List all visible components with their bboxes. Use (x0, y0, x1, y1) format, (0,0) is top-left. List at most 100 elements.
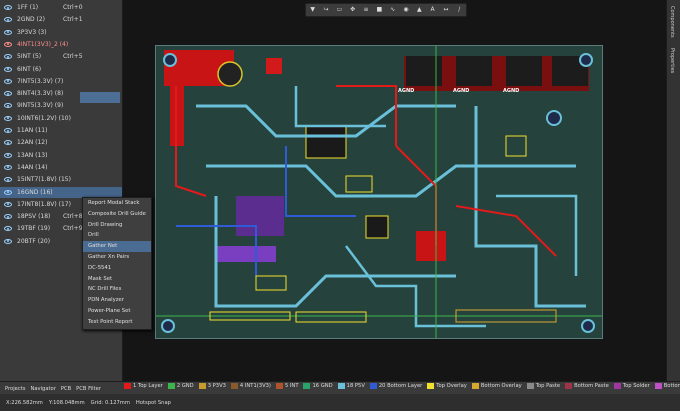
layer-row[interactable]: 10INT6(1.2V) (10) (0, 113, 122, 124)
layer-row[interactable]: 16GND (16) (0, 186, 122, 198)
menu-item[interactable]: Gather Xn Pairs (83, 252, 151, 263)
tab-pcb[interactable]: PCB (61, 386, 71, 392)
layer-row[interactable]: 4INT1(3V3)_2 (4) (0, 39, 122, 50)
status-y: Y:108.048mm (48, 399, 85, 406)
layer-tab[interactable]: Bottom Solder (654, 383, 680, 389)
eye-icon[interactable] (4, 54, 12, 60)
layer-tab-label: 18 P5V (346, 383, 365, 389)
menu-item[interactable]: Mask Set (83, 274, 151, 285)
eye-icon[interactable] (4, 189, 12, 195)
layer-tab[interactable]: 5 INT (275, 383, 298, 389)
move-icon[interactable]: ✥ (350, 7, 356, 13)
tab-properties[interactable]: Properties (669, 48, 675, 73)
polygon-icon[interactable]: ▲ (416, 7, 422, 13)
menu-item[interactable]: NC Drill Files (83, 284, 151, 295)
layer-shortcut: Ctrl+0 (63, 4, 83, 11)
menu-item[interactable]: Drill Drawing (83, 220, 151, 231)
layer-name: 12AN (12) (17, 139, 48, 147)
layer-tab-label: Top Paste (535, 383, 561, 389)
layer-row[interactable]: 5INT (5) Ctrl+5 (0, 51, 122, 62)
align-icon[interactable]: ≡ (363, 7, 369, 13)
eye-icon[interactable] (4, 201, 12, 207)
eye-icon[interactable] (4, 66, 12, 72)
layer-row[interactable]: 8INT4(3.3V) (8) (0, 88, 122, 99)
layer-tab[interactable]: 18 P5V (337, 383, 365, 389)
eye-icon[interactable] (4, 140, 12, 146)
eye-icon[interactable] (4, 152, 12, 158)
status-x: X:226.582mm (6, 399, 43, 406)
layer-row[interactable]: 14AN (14) (0, 162, 122, 173)
layer-tab[interactable]: Top Overlay (427, 383, 467, 389)
layer-tab[interactable]: Top Paste (526, 383, 561, 389)
layer-tab[interactable]: Top Solder (613, 383, 650, 389)
eye-icon[interactable] (4, 103, 12, 109)
layer-row[interactable]: 2GND (2) Ctrl+1 (0, 14, 122, 25)
layer-name: 18PSV (18) (17, 213, 51, 221)
menu-item[interactable]: Gather Net (83, 241, 151, 252)
layer-name: 20BTF (20) (17, 237, 51, 245)
line-icon[interactable]: / (456, 7, 462, 13)
menu-item[interactable]: Drill (83, 230, 151, 241)
text-icon[interactable]: A (430, 7, 436, 13)
menu-item[interactable]: DC-5541 (83, 263, 151, 274)
tab-pcb-filter[interactable]: PCB Filter (76, 386, 101, 392)
eye-icon[interactable] (4, 78, 12, 84)
layer-row[interactable]: 15INT7(1.8V) (15) (0, 174, 122, 185)
layer-row[interactable]: 1FF (1) Ctrl+0 (0, 2, 122, 13)
layer-tab[interactable]: Bottom Paste (565, 383, 609, 389)
layer-tab[interactable]: Bottom Overlay (471, 383, 522, 389)
menu-item[interactable]: Power-Plane Set (83, 306, 151, 317)
menu-item[interactable]: Report Modal Stack (83, 198, 151, 209)
layer-tab[interactable]: 1 Top Layer (124, 383, 163, 389)
eye-icon[interactable] (4, 164, 12, 170)
layer-row[interactable]: 3P3V3 (3) (0, 27, 122, 38)
pcb-board[interactable]: AGND AGND AGND (155, 45, 603, 339)
layer-tab[interactable]: 20 Bottom Layer (369, 383, 422, 389)
layer-row[interactable]: 6INT (6) (0, 64, 122, 75)
layer-tab-label: 16 GND (312, 383, 333, 389)
layer-color-swatch (124, 383, 131, 389)
dimension-icon[interactable]: ↔ (443, 7, 449, 13)
filter-icon[interactable]: ▼ (310, 7, 316, 13)
eye-icon[interactable] (4, 17, 12, 23)
layer-name: 1FF (1) (17, 4, 39, 11)
via-icon[interactable]: ◉ (403, 7, 409, 13)
layer-row[interactable]: 12AN (12) (0, 137, 122, 148)
eye-icon[interactable] (4, 5, 12, 10)
tab-projects[interactable]: Projects (5, 386, 25, 392)
layer-name: 10INT6(1.2V) (10) (17, 114, 71, 122)
eye-icon[interactable] (4, 128, 12, 133)
eye-icon[interactable] (4, 238, 12, 244)
layer-color-swatch (230, 383, 238, 389)
layer-tab[interactable]: 4 INT1(3V3) (230, 383, 271, 389)
eye-icon[interactable] (4, 29, 12, 35)
route-icon[interactable]: ↪ (323, 7, 329, 13)
tab-navigator[interactable]: Navigator (30, 386, 55, 392)
layer-row[interactable]: 7INT5(3.3V) (7) (0, 76, 122, 87)
layer-name: 6INT (6) (17, 65, 42, 73)
eye-icon[interactable] (4, 115, 12, 121)
layer-tab[interactable]: 3 P3V3 (198, 383, 226, 389)
tab-components[interactable]: Components (669, 6, 675, 38)
eye-icon[interactable] (4, 226, 12, 232)
menu-item[interactable]: PDN Analyzer (83, 295, 151, 306)
layer-tab[interactable]: 16 GND (303, 383, 333, 389)
menu-item[interactable]: Composite Drill Guide (83, 209, 151, 220)
eye-icon[interactable] (4, 41, 12, 47)
layer-row[interactable]: 11AN (11) (0, 125, 122, 136)
layer-tab-label: 4 INT1(3V3) (239, 383, 271, 389)
select-icon[interactable]: ▭ (336, 7, 342, 13)
layer-name: 16GND (16) (17, 188, 53, 196)
layer-row[interactable]: 9INT5(3.3V) (9) (0, 100, 122, 111)
eye-icon[interactable] (4, 91, 12, 97)
wire-icon[interactable]: ∿ (390, 7, 396, 13)
menu-item[interactable]: Test Point Report (83, 317, 151, 328)
context-menu: Report Modal Stack Composite Drill Guide D… (82, 197, 152, 330)
eye-icon[interactable] (4, 214, 12, 220)
layer-tabs: 1 Top Layer 2 GND 3 P3V3 4 INT1(3V3) 5 INT 16… (124, 383, 680, 389)
layer-shortcut: Ctrl+9 (63, 225, 83, 233)
layer-tab[interactable]: 2 GND (167, 383, 194, 389)
eye-icon[interactable] (4, 177, 12, 183)
component-icon[interactable]: ■ (376, 7, 382, 13)
layer-row[interactable]: 13AN (13) (0, 150, 122, 161)
